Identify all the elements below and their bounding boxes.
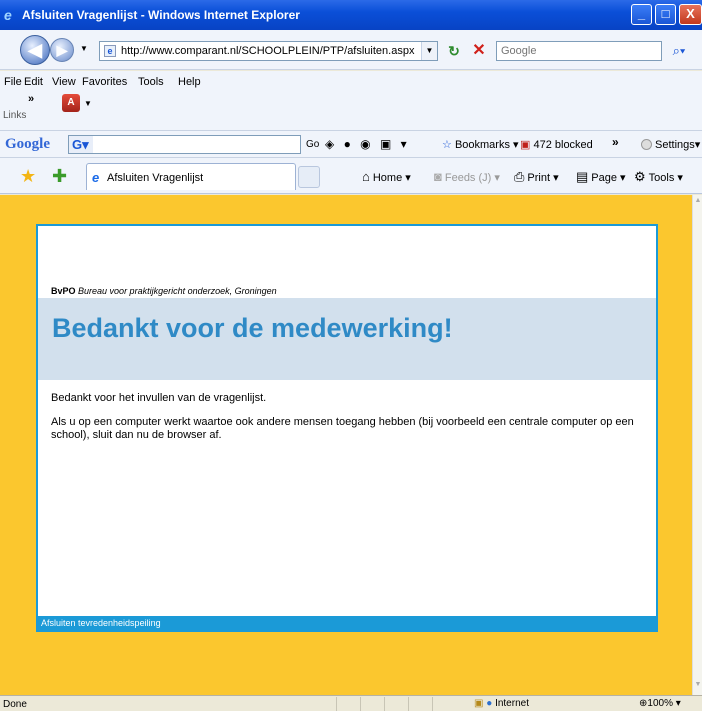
tab-bar: ★ ✚ e Afsluiten Vragenlijst ⌂ Home ▾ ◙ Fee… bbox=[0, 158, 702, 194]
footer-bar: Afsluiten tevredenheidspeiling bbox=[38, 616, 656, 632]
feeds-label: Feeds (J) bbox=[444, 172, 492, 184]
thank-you-text: Bedankt voor het invullen van de vragenl… bbox=[51, 392, 267, 404]
close-browser-text: Als u op een computer werkt waartoe ook … bbox=[51, 416, 634, 441]
url-text[interactable]: http://www.comparant.nl/SCHOOLPLEIN/PTP/… bbox=[121, 45, 414, 57]
feeds-button[interactable]: ◙ Feeds (J) ▾ bbox=[434, 169, 500, 184]
security-zone[interactable]: ▣ ● Internet bbox=[474, 698, 529, 709]
globe-icon: ● bbox=[486, 698, 493, 709]
home-icon: ⌂ bbox=[362, 169, 370, 184]
address-dropdown-icon[interactable]: ▼ bbox=[421, 42, 437, 60]
star-icon: ☆ bbox=[442, 139, 452, 151]
menu-view[interactable]: View bbox=[52, 76, 76, 88]
menu-bar: File Edit View Favorites Tools Help » A … bbox=[0, 71, 702, 131]
menu-file[interactable]: File bbox=[4, 76, 22, 88]
google-logo-text: Google bbox=[5, 136, 50, 152]
google-toolbar: Google G▾ Go ◈ ● ◉ ▣ ▾ ☆ Bookmarks ▾ ▣ 4… bbox=[0, 131, 702, 158]
add-favorites-icon[interactable]: ✚ bbox=[52, 166, 67, 187]
stop-icon[interactable]: ✕ bbox=[468, 40, 490, 62]
links-overflow-icon[interactable]: » bbox=[28, 93, 34, 105]
zone-label: Internet bbox=[495, 698, 529, 709]
footer-label: Afsluiten tevredenheidspeiling bbox=[41, 618, 161, 628]
status-divider bbox=[408, 697, 409, 711]
org-abbreviation: BvPO bbox=[51, 286, 76, 296]
org-name: Bureau voor praktijkgericht onderzoek, G… bbox=[78, 286, 277, 296]
refresh-icon[interactable]: ↻ bbox=[443, 40, 465, 62]
google-go-button[interactable]: Go bbox=[306, 139, 319, 150]
vertical-scrollbar[interactable]: ▲ ▼ bbox=[692, 195, 702, 695]
status-divider bbox=[360, 697, 361, 711]
tools-label: Tools bbox=[648, 172, 675, 184]
tab-label: Afsluiten Vragenlijst bbox=[107, 172, 204, 184]
google-g-label: G bbox=[72, 137, 83, 152]
search-icon[interactable]: ⌕▾ bbox=[667, 41, 691, 61]
favorites-center-icon[interactable]: ★ bbox=[20, 166, 36, 187]
bookmarks-button[interactable]: ☆ Bookmarks ▾ bbox=[442, 138, 519, 151]
page-icon: e bbox=[104, 45, 116, 57]
zoom-label: 100% bbox=[647, 698, 673, 709]
lock-icon: ▣ bbox=[474, 698, 484, 709]
links-label: Links bbox=[3, 110, 27, 121]
title-bar: e Afsluiten Vragenlijst - Windows Intern… bbox=[0, 0, 702, 30]
page-menu-button[interactable]: ▤ Page ▾ bbox=[576, 169, 626, 185]
body-text: Bedankt voor het invullen van de vragenl… bbox=[51, 392, 651, 453]
google-logo: Google bbox=[5, 136, 50, 153]
page-icon: ▤ bbox=[576, 169, 589, 184]
home-label: Home bbox=[372, 172, 403, 184]
search-field[interactable] bbox=[496, 41, 662, 61]
back-button[interactable]: ◀ bbox=[20, 35, 50, 65]
bookmarks-label: Bookmarks bbox=[454, 139, 510, 151]
heading-banner: Bedankt voor de medewerking! bbox=[38, 298, 656, 380]
settings-label: Settings bbox=[655, 139, 695, 151]
pdf-tool-icon[interactable]: A bbox=[62, 94, 80, 112]
new-tab-button[interactable] bbox=[298, 166, 320, 188]
zoom-control[interactable]: ⊕100% ▾ bbox=[639, 698, 681, 709]
google-search-field[interactable]: G▾ bbox=[68, 135, 301, 154]
settings-icon bbox=[641, 139, 652, 150]
page-heading: Bedankt voor de medewerking! bbox=[52, 313, 453, 343]
status-divider bbox=[432, 697, 433, 711]
home-button[interactable]: ⌂ Home ▾ bbox=[362, 169, 411, 184]
scroll-down-icon[interactable]: ▼ bbox=[693, 681, 702, 693]
content-card: BvPO Bureau voor praktijkgericht onderzo… bbox=[36, 224, 658, 632]
page-viewport: BvPO Bureau voor praktijkgericht onderzo… bbox=[0, 195, 692, 695]
google-toolbar-icons[interactable]: ◈ ● ◉ ▣ ▾ bbox=[325, 137, 410, 151]
minimize-button[interactable]: _ bbox=[631, 4, 652, 25]
tab-afsluiten-vragenlijst[interactable]: e Afsluiten Vragenlijst bbox=[86, 163, 296, 190]
ie-logo-icon: e bbox=[4, 7, 12, 23]
popup-blocker-icon: ▣ bbox=[520, 139, 531, 151]
google-toolbar-overflow-icon[interactable]: » bbox=[612, 135, 619, 149]
google-g-button[interactable]: G▾ bbox=[69, 136, 93, 153]
forward-button[interactable]: ▶ bbox=[50, 38, 74, 62]
address-toolbar: ◀ ▶ ▼ e http://www.comparant.nl/SCHOOLPL… bbox=[0, 30, 702, 70]
menu-favorites[interactable]: Favorites bbox=[82, 76, 127, 88]
scroll-up-icon[interactable]: ▲ bbox=[693, 197, 702, 209]
tab-ie-icon: e bbox=[92, 170, 100, 185]
google-settings-button[interactable]: Settings▾ bbox=[641, 138, 700, 151]
organization-line: BvPO Bureau voor praktijkgericht onderzo… bbox=[51, 286, 277, 296]
menu-tools[interactable]: Tools bbox=[138, 76, 164, 88]
menu-edit[interactable]: Edit bbox=[24, 76, 43, 88]
status-divider bbox=[336, 697, 337, 711]
print-icon: ⎙ bbox=[514, 169, 525, 184]
maximize-button[interactable]: □ bbox=[655, 4, 676, 25]
tools-menu-button[interactable]: ⚙ Tools ▾ bbox=[634, 169, 683, 185]
search-input[interactable] bbox=[497, 42, 661, 60]
address-field[interactable]: e http://www.comparant.nl/SCHOOLPLEIN/PT… bbox=[99, 41, 438, 61]
pdf-tool-dropdown-icon[interactable]: ▼ bbox=[84, 99, 92, 108]
status-text: Done bbox=[3, 699, 27, 710]
blocked-label: 472 blocked bbox=[533, 139, 593, 151]
status-bar: Done ▣ ● Internet ⊕100% ▾ bbox=[0, 695, 702, 711]
print-label: Print bbox=[527, 172, 551, 184]
history-dropdown-icon[interactable]: ▼ bbox=[80, 44, 88, 53]
page-label: Page bbox=[591, 172, 617, 184]
gear-icon: ⚙ bbox=[634, 169, 646, 184]
feeds-icon: ◙ bbox=[434, 169, 442, 184]
status-divider bbox=[384, 697, 385, 711]
close-button[interactable]: X bbox=[679, 4, 702, 25]
window-title: Afsluiten Vragenlijst - Windows Internet… bbox=[22, 8, 300, 22]
menu-help[interactable]: Help bbox=[178, 76, 201, 88]
popup-blocker-button[interactable]: ▣ 472 blocked bbox=[520, 138, 593, 151]
print-button[interactable]: ⎙ Print ▾ bbox=[514, 169, 559, 185]
